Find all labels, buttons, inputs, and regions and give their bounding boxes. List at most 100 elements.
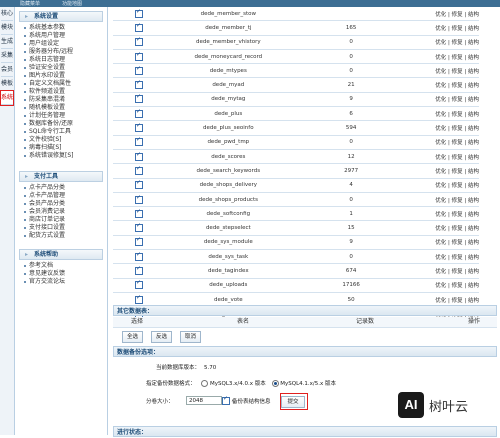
table-name: dede_member_stow — [153, 7, 304, 22]
volume-size-input[interactable]: 2048 — [186, 396, 222, 405]
sidebar-item[interactable]: 参考文档 — [15, 262, 107, 270]
db-version-label: 当前数据库版本： 5.70 — [156, 363, 216, 371]
table-row-checkbox[interactable] — [135, 222, 143, 233]
invert-selection-button[interactable]: 反选 — [151, 331, 172, 343]
table-row-ops[interactable]: 优化 | 修复 | 结构 — [398, 120, 479, 136]
sidebar-section-title[interactable]: 系统帮助 — [19, 249, 103, 260]
table-row-ops[interactable]: 优化 | 修复 | 结构 — [398, 149, 479, 165]
sidebar-item[interactable]: 会员产品分类 — [15, 200, 107, 208]
left-tab[interactable]: 生成 — [1, 35, 13, 49]
db-version-label-text: 当前数据库版本： — [156, 365, 201, 371]
table-row-ops[interactable]: 优化 | 修复 | 结构 — [398, 178, 479, 193]
backup-structure-checkbox[interactable] — [222, 395, 230, 405]
sidebar-item[interactable]: 服务器分布/远程 — [15, 48, 107, 56]
cancel-selection-button[interactable]: 取消 — [180, 331, 201, 343]
table-row-ops[interactable]: 优化 | 修复 | 结构 — [398, 20, 479, 36]
sidebar-item[interactable]: 自定义文档属性 — [15, 80, 107, 88]
sidebar-item[interactable]: 系统错误修复[S] — [15, 152, 107, 160]
sidebar-item[interactable]: 会员消费记录 — [15, 208, 107, 216]
sidebar-item[interactable]: 数据库备份/还原 — [15, 120, 107, 128]
sidebar-section-title[interactable]: 系统设置 — [19, 11, 103, 22]
table-row-ops[interactable]: 优化 | 修复 | 结构 — [398, 77, 479, 93]
record-count: 4 — [303, 178, 399, 193]
table-row-checkbox[interactable] — [135, 165, 143, 175]
table-row-checkbox[interactable] — [135, 65, 143, 75]
table-row-checkbox[interactable] — [135, 151, 143, 161]
sidebar-item[interactable]: 官方交流论坛 — [15, 278, 107, 286]
sidebar-item[interactable]: 系统用户管理 — [15, 32, 107, 40]
sidebar-item[interactable]: 意见建议反馈 — [15, 270, 107, 278]
table-row-ops[interactable]: 优化 | 修复 | 结构 — [398, 235, 479, 251]
table-row: dede_member_vhistory0优化 | 修复 | 结构 — [113, 35, 479, 50]
left-tab[interactable]: 采集 — [1, 49, 13, 63]
sidebar-item[interactable]: 点卡产品管理 — [15, 192, 107, 200]
sidebar-item[interactable]: 点卡产品分类 — [15, 184, 107, 192]
sidebar-item[interactable]: 验证安全设置 — [15, 64, 107, 72]
sidebar-item[interactable]: 系统日志管理 — [15, 56, 107, 64]
table-row-ops[interactable]: 优化 | 修复 | 结构 — [398, 106, 479, 122]
table-row-ops[interactable]: 优化 | 修复 | 结构 — [398, 192, 479, 208]
table-row-checkbox[interactable] — [135, 51, 143, 61]
table-row-checkbox[interactable] — [135, 194, 143, 204]
sidebar-item[interactable]: 商店订单记录 — [15, 216, 107, 224]
table-row-checkbox[interactable] — [135, 108, 143, 118]
sidebar-section-title[interactable]: 支付工具 — [19, 171, 103, 182]
table-row: dede_sys_task0优化 | 修复 | 结构 — [113, 249, 479, 265]
left-tab[interactable]: 模块 — [1, 21, 13, 35]
table-row: dede_softconfig1优化 | 修复 | 结构 — [113, 206, 479, 222]
db-table-list: dede_member_stow优化 | 修复 | 结构dede_member_… — [113, 7, 479, 322]
table-row: dede_scores12优化 | 修复 | 结构 — [113, 149, 479, 165]
table-row-ops[interactable]: 优化 | 修复 | 结构 — [398, 7, 479, 22]
table-row-checkbox[interactable] — [135, 122, 143, 133]
table-row-checkbox[interactable] — [135, 36, 143, 47]
sidebar-item[interactable]: 配货方式设置 — [15, 232, 107, 240]
table-row-ops[interactable]: 优化 | 修复 | 结构 — [398, 63, 479, 79]
table-row-ops[interactable]: 优化 | 修复 | 结构 — [398, 49, 479, 65]
table-row-checkbox[interactable] — [135, 79, 143, 90]
table-row-ops[interactable]: 优化 | 修复 | 结构 — [398, 92, 479, 108]
table-row-checkbox[interactable] — [135, 279, 143, 290]
table-name: dede_tagindex — [153, 263, 304, 279]
sidebar-item[interactable]: 系统基本参数 — [15, 24, 107, 32]
sidebar-item[interactable]: 随机模板设置 — [15, 104, 107, 112]
table-row-checkbox[interactable] — [135, 208, 143, 218]
sidebar-item[interactable]: 计划任务管理 — [15, 112, 107, 120]
sidebar-item[interactable]: 病毒扫描[S] — [15, 144, 107, 152]
left-tab[interactable]: 模板 — [1, 77, 13, 91]
sidebar-item[interactable]: 软件频道设置 — [15, 88, 107, 96]
left-tab[interactable]: 会员 — [1, 63, 13, 77]
sidebar-item[interactable]: 图片水印设置 — [15, 72, 107, 80]
table-row-ops[interactable]: 优化 | 修复 | 结构 — [398, 135, 479, 150]
format-radio-mysql3[interactable] — [201, 380, 209, 387]
table-row-ops[interactable]: 优化 | 修复 | 结构 — [398, 35, 479, 50]
table-row-checkbox[interactable] — [135, 265, 143, 275]
select-all-button[interactable]: 全选 — [122, 331, 143, 343]
table-row: dede_tagindex674优化 | 修复 | 结构 — [113, 263, 479, 279]
format-opt2-label: MySQL4.1.x/5.x 版本 — [280, 381, 337, 387]
table-row-checkbox[interactable] — [135, 22, 143, 32]
table-row: dede_member_stow 优化 | 修复 | 结构 — [113, 7, 479, 22]
table-row-checkbox[interactable] — [135, 294, 143, 304]
table-row-checkbox[interactable] — [135, 93, 143, 104]
table-row-checkbox[interactable] — [135, 251, 143, 261]
table-row-ops[interactable]: 优化 | 修复 | 结构 — [398, 263, 479, 279]
table-row-ops[interactable]: 优化 | 修复 | 结构 — [398, 163, 479, 179]
sidebar-item[interactable]: SQL命令行工具 — [15, 128, 107, 136]
left-tab[interactable]: 核心 — [1, 7, 13, 21]
table-row-checkbox[interactable] — [135, 8, 143, 18]
table-row-checkbox[interactable] — [135, 136, 143, 147]
record-count: 6 — [303, 106, 399, 122]
left-tab[interactable]: 系统 — [0, 90, 14, 106]
watermark-logo: AI — [398, 392, 424, 418]
table-row-ops[interactable]: 优化 | 修复 | 结构 — [398, 220, 479, 236]
sidebar-item[interactable]: 用户组设定 — [15, 40, 107, 48]
table-row-ops[interactable]: 优化 | 修复 | 结构 — [398, 249, 479, 265]
sidebar-item[interactable]: 文件校验[S] — [15, 136, 107, 144]
sidebar-item[interactable]: 支付接口设置 — [15, 224, 107, 232]
format-radio-mysql41[interactable] — [271, 380, 279, 387]
sidebar-item[interactable]: 防采集串混淆 — [15, 96, 107, 104]
table-row-checkbox[interactable] — [135, 236, 143, 247]
table-row-ops[interactable]: 优化 | 修复 | 结构 — [398, 206, 479, 222]
table-row-ops[interactable]: 优化 | 修复 | 结构 — [398, 278, 479, 293]
table-row-checkbox[interactable] — [135, 179, 143, 190]
